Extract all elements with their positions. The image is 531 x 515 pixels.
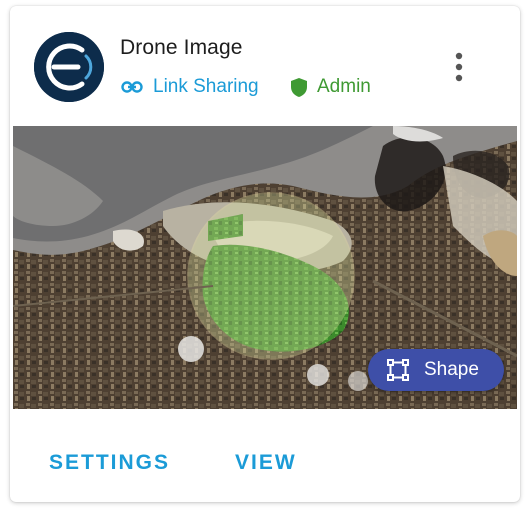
link-sharing-label: Link Sharing bbox=[153, 76, 259, 97]
shape-button-label: Shape bbox=[424, 359, 479, 380]
shape-button[interactable]: Shape bbox=[368, 349, 504, 391]
drone-image-preview[interactable]: Shape bbox=[13, 126, 517, 409]
view-button[interactable]: VIEW bbox=[235, 451, 297, 475]
drone-image-card: Drone Image Link Sharing Admin Shape SET… bbox=[10, 6, 520, 502]
more-vertical-icon bbox=[455, 52, 463, 82]
app-logo-avatar bbox=[34, 32, 104, 102]
link-sharing-chip[interactable]: Link Sharing bbox=[121, 74, 259, 100]
card-title: Drone Image bbox=[120, 36, 243, 59]
polygon-shape-icon bbox=[387, 359, 409, 381]
more-options-button[interactable] bbox=[446, 50, 472, 84]
admin-role-label: Admin bbox=[317, 76, 371, 97]
app-logo-e-icon bbox=[34, 32, 104, 102]
link-icon bbox=[121, 81, 143, 93]
shield-icon bbox=[291, 77, 307, 97]
admin-role-chip: Admin bbox=[291, 74, 371, 100]
settings-button[interactable]: SETTINGS bbox=[49, 451, 170, 475]
